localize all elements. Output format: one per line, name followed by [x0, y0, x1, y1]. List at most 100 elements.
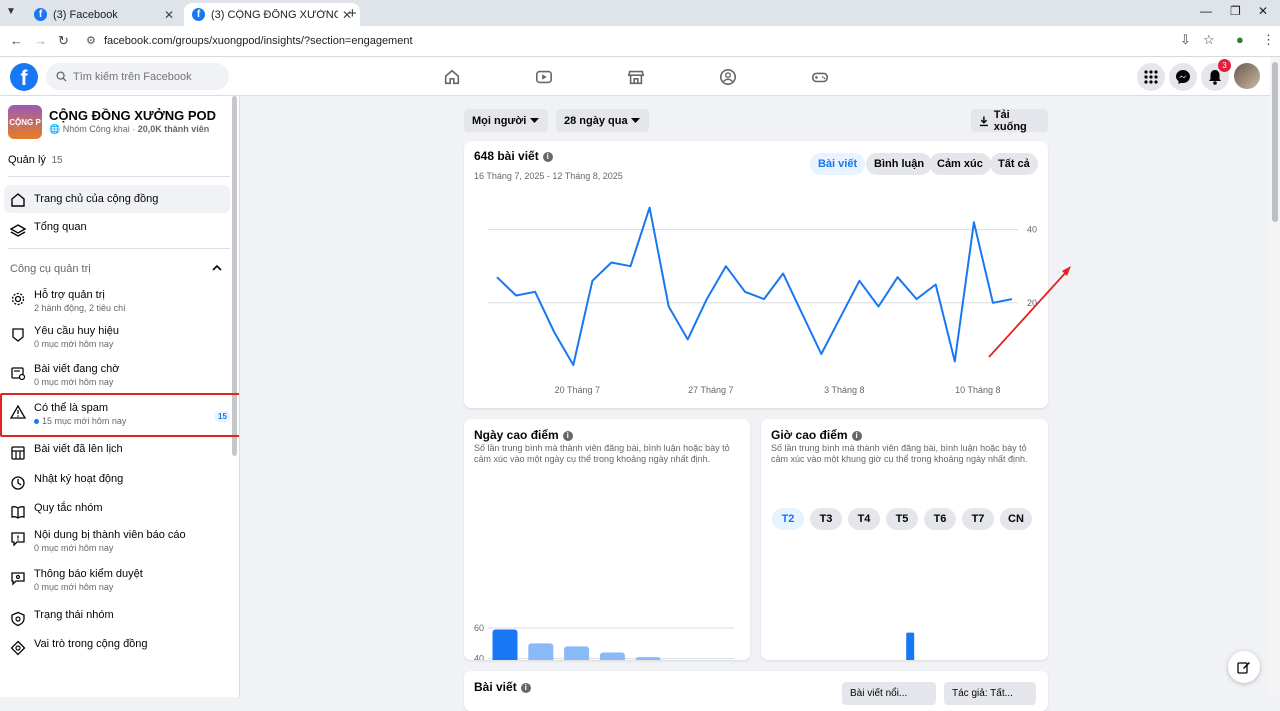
- home-nav-icon[interactable]: [442, 67, 462, 87]
- diamond-icon: [10, 640, 26, 656]
- menu-kebab-icon[interactable]: ⋮: [1262, 32, 1275, 48]
- info-icon[interactable]: i: [520, 682, 531, 693]
- home-icon: [11, 193, 25, 207]
- sidebar-item-group-rules[interactable]: Quy tắc nhóm: [4, 502, 230, 520]
- divider: [8, 176, 230, 177]
- x-tick-label: 10 Tháng 8: [955, 385, 1000, 395]
- posts-list-title-text: Bài viết: [474, 680, 517, 694]
- messenger-icon[interactable]: [1169, 63, 1197, 91]
- sidebar-item-activity-log[interactable]: Nhật ký hoạt động: [4, 473, 230, 491]
- download-button[interactable]: Tải xuống: [971, 109, 1048, 133]
- search-box[interactable]: [46, 63, 229, 90]
- sidebar-item-sub: 2 hành động, 2 tiêu chí: [34, 303, 126, 313]
- sidebar-item-label: Trang chủ của cộng đồng: [34, 193, 159, 205]
- gaming-nav-icon[interactable]: [810, 67, 830, 87]
- main-content: Mọi người 28 ngày qua Tải xuống 648 bài …: [240, 96, 1270, 711]
- sidebar-item-label: Quy tắc nhóm: [34, 502, 103, 514]
- sort-dropdown[interactable]: Bài viết nổi...: [842, 682, 936, 705]
- group-members: 20,0K thành viên: [137, 124, 210, 134]
- sidebar-item-home[interactable]: Trang chủ của cộng đồng: [4, 185, 230, 213]
- pending-post-icon: [11, 367, 26, 381]
- site-info-icon[interactable]: ⚙: [86, 34, 96, 47]
- tab-search-chevron-icon[interactable]: ▼: [6, 6, 16, 17]
- posts-list-title: Bài viết i: [474, 680, 531, 694]
- url-field[interactable]: ⚙ facebook.com/groups/xuongpod/insights/…: [80, 30, 1220, 52]
- notification-count-badge: 3: [1218, 59, 1231, 72]
- facebook-logo-icon[interactable]: f: [10, 63, 38, 91]
- tab-group-insights[interactable]: f (3) CỘNG ĐỒNG XƯỞNG POD ✕: [184, 3, 360, 26]
- peak-hours-card: Giờ cao điểm i Số lần trung bình mà thành…: [761, 419, 1048, 660]
- sidebar-item-label: Vai trò trong cộng đồng: [34, 638, 148, 650]
- reload-icon[interactable]: ↻: [58, 33, 69, 49]
- sidebar-item-label: Nhật ký hoạt động: [34, 473, 124, 485]
- tab-strip: ▼ f (3) Facebook ✕ f (3) CỘNG ĐỒNG XƯỞNG…: [0, 0, 1280, 26]
- group-avatar[interactable]: CỘNG P: [8, 105, 42, 139]
- sidebar-item-label: Hỗ trợ quản trị: [34, 289, 105, 301]
- groups-nav-icon[interactable]: [718, 67, 738, 87]
- close-tab-icon[interactable]: ✕: [164, 8, 174, 22]
- marketplace-nav-icon[interactable]: [626, 67, 646, 87]
- clock-icon: [11, 476, 25, 490]
- forward-icon[interactable]: →: [34, 33, 47, 48]
- compose-message-button[interactable]: [1228, 651, 1260, 683]
- sidebar-item-badge-requests[interactable]: Yêu cầu huy hiệu 0 mục mới hôm nay: [4, 325, 230, 349]
- range-value: 28 ngày qua: [564, 114, 628, 127]
- peak-hours-bar-chart: 10012:005:0010:0016:0021:00: [906, 632, 915, 660]
- compose-pencil-icon: [1237, 662, 1250, 674]
- search-input[interactable]: [73, 70, 223, 83]
- group-avatar-text: CỘNG P: [9, 117, 41, 127]
- y-tick-label: 60: [474, 623, 484, 633]
- download-icon: [979, 116, 988, 126]
- admin-tools-header: Công cụ quản trị: [10, 263, 91, 275]
- restore-icon[interactable]: ❐: [1230, 4, 1241, 18]
- new-tab-icon[interactable]: +: [348, 5, 357, 22]
- y-tick-label: 40: [474, 654, 484, 660]
- sidebar-item-admin-assist[interactable]: Hỗ trợ quản trị 2 hành động, 2 tiêu chí: [4, 289, 230, 313]
- sidebar-item-scheduled-posts[interactable]: Bài viết đã lên lịch: [4, 443, 230, 461]
- video-nav-icon[interactable]: [534, 67, 554, 87]
- audience-dropdown[interactable]: Mọi người: [464, 109, 548, 132]
- menu-grid-icon[interactable]: [1137, 63, 1165, 91]
- bookmark-star-icon[interactable]: ☆: [1203, 32, 1215, 48]
- posts-line-chart: 402020 Tháng 7 27 Tháng 73 Tháng 8 10 Thán…: [488, 206, 1037, 395]
- chevron-up-icon[interactable]: [212, 264, 222, 271]
- page-scrollbar[interactable]: [1272, 62, 1278, 222]
- tab-title: (3) CỘNG ĐỒNG XƯỞNG POD: [211, 8, 338, 21]
- shield-icon: [11, 611, 25, 627]
- group-name[interactable]: CỘNG ĐỒNG XƯỞNG POD: [49, 108, 216, 123]
- sidebar-item-pending-posts[interactable]: Bài viết đang chờ 0 mục mới hôm nay: [4, 363, 230, 387]
- author-value: Tác giả: Tất...: [952, 688, 1013, 699]
- tab-facebook[interactable]: f (3) Facebook ✕: [26, 3, 182, 26]
- sidebar-item-overview[interactable]: Tổng quan: [4, 221, 230, 239]
- search-icon: [56, 71, 67, 82]
- close-window-icon[interactable]: ✕: [1258, 4, 1268, 18]
- x-tick-label: 3 Tháng 8: [824, 385, 864, 395]
- admin-count: 15: [51, 155, 63, 166]
- globe-icon: 🌐: [49, 124, 61, 134]
- admin-label-text: Quản lý: [8, 154, 46, 166]
- author-dropdown[interactable]: Tác giả: Tất...: [944, 682, 1036, 705]
- sidebar-item-community-roles[interactable]: Vai trò trong cộng đồng: [4, 638, 230, 656]
- user-avatar[interactable]: [1234, 63, 1260, 89]
- minimize-icon[interactable]: —: [1200, 4, 1212, 18]
- profile-icon[interactable]: ●: [1236, 32, 1244, 47]
- sidebar-item-group-status[interactable]: Trạng thái nhóm: [4, 609, 230, 627]
- caret-down-icon: [631, 118, 640, 123]
- day-bar: [564, 646, 590, 660]
- sidebar-item-member-reports[interactable]: Nội dung bị thành viên báo cáo 0 mục mới …: [4, 529, 230, 553]
- date-range-dropdown[interactable]: 28 ngày qua: [556, 109, 649, 132]
- url-text: facebook.com/groups/xuongpod/insights/?s…: [104, 35, 413, 47]
- day-bar: [492, 629, 518, 660]
- posts-chart-card: 648 bài viết i 16 Tháng 7, 2025 - 12 Thán…: [464, 141, 1048, 408]
- sidebar-item-label: Bài viết đang chờ: [34, 363, 120, 375]
- layers-icon: [10, 224, 26, 237]
- back-icon[interactable]: ←: [10, 33, 23, 48]
- facebook-favicon-icon: f: [192, 8, 205, 21]
- gear-icon: [11, 292, 25, 306]
- install-app-icon[interactable]: ⇩: [1180, 32, 1191, 48]
- sidebar-item-label: Nội dung bị thành viên báo cáo: [34, 529, 186, 541]
- sidebar-item-label: Bài viết đã lên lịch: [34, 443, 123, 455]
- sidebar-item-moderation-alerts[interactable]: Thông báo kiểm duyệt 0 mục mới hôm nay: [4, 568, 230, 592]
- sidebar-item-label: Yêu cầu huy hiệu: [34, 325, 120, 337]
- posts-list-card: Bài viết i Bài viết nổi... Tác giả: Tất..…: [464, 671, 1048, 711]
